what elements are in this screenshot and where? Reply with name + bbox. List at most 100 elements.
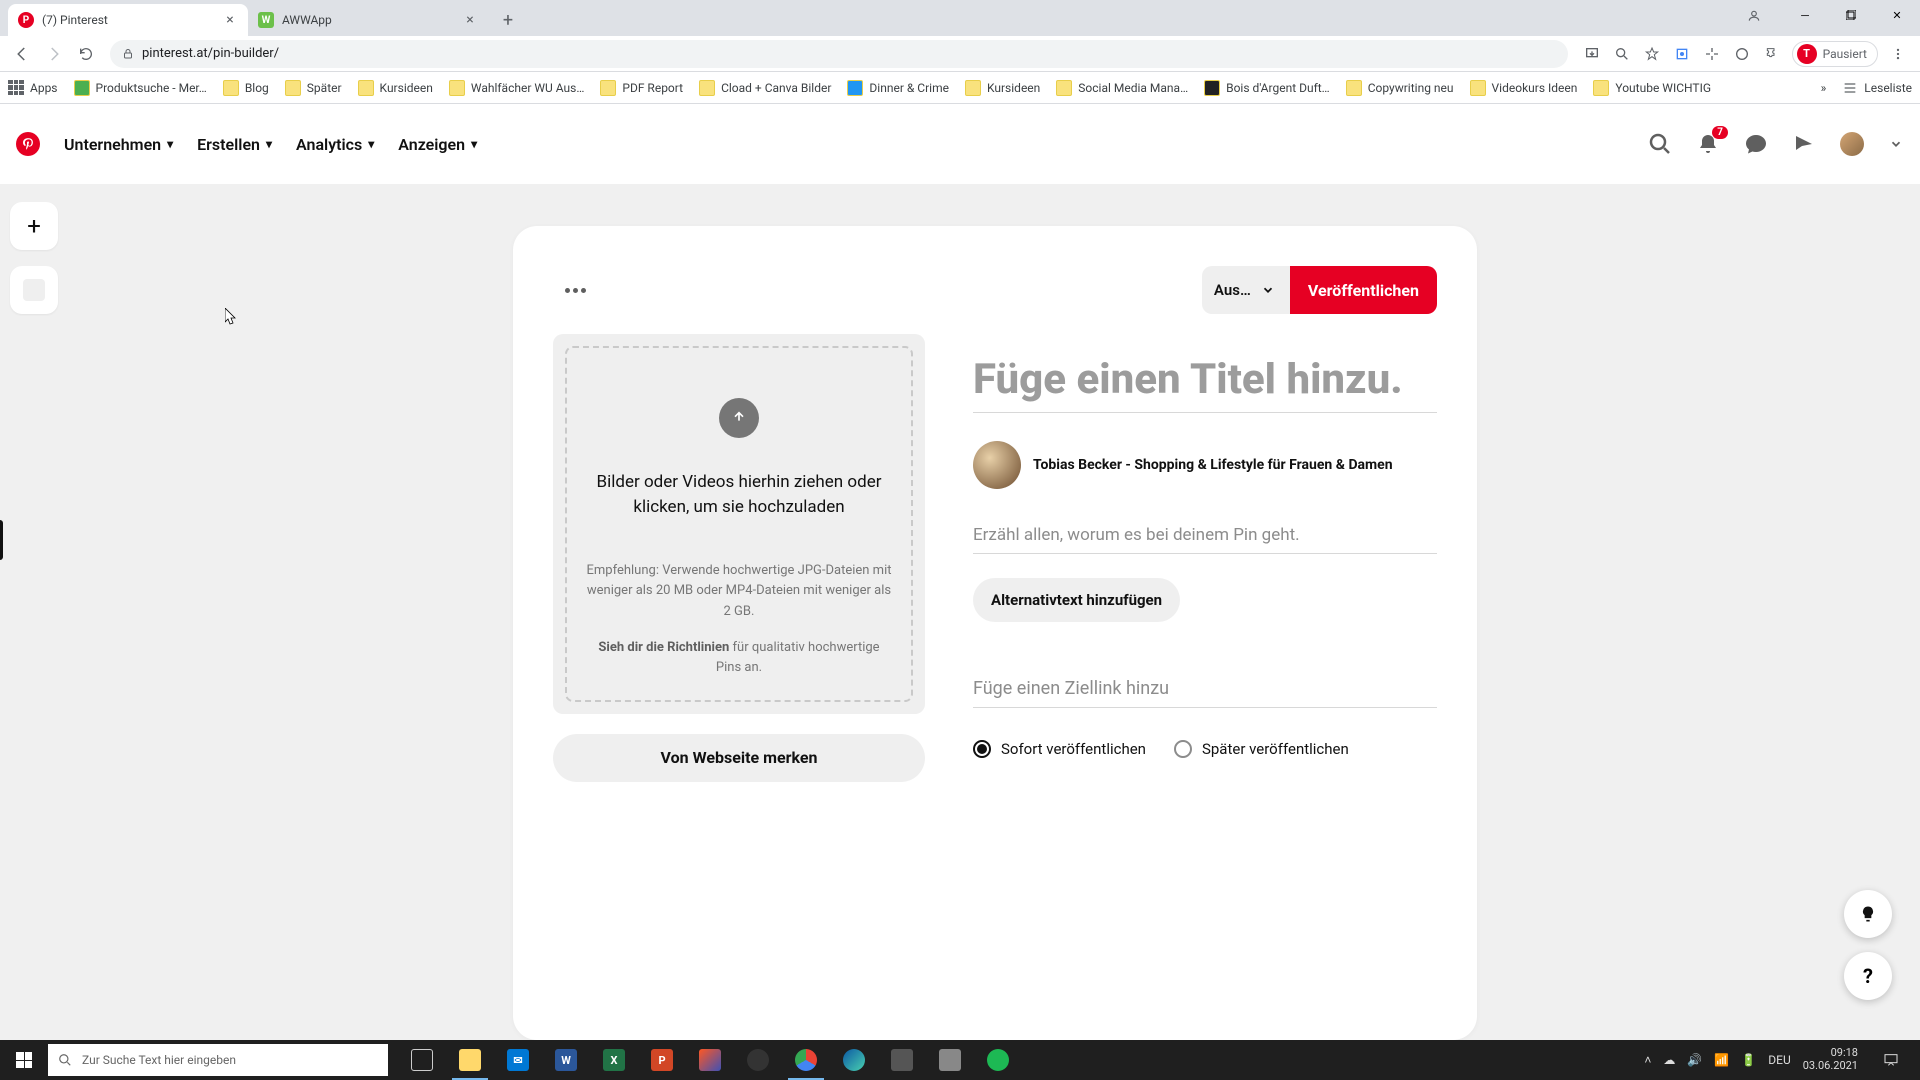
powerpoint-app-button[interactable]: P xyxy=(638,1040,686,1080)
bookmark-item[interactable]: Cload + Canva Bilder xyxy=(699,80,831,96)
bookmarks-bar: Apps Produktsuche - Mer… Blog Später Kur… xyxy=(0,72,1920,104)
tab-title: AWWApp xyxy=(282,13,454,27)
account-menu-chevron[interactable] xyxy=(1888,132,1904,156)
nav-ads[interactable]: Anzeigen▾ xyxy=(398,135,477,154)
start-button[interactable] xyxy=(0,1040,48,1080)
app-button[interactable] xyxy=(686,1040,734,1080)
apps-button[interactable]: Apps xyxy=(8,80,58,96)
pin-draft-thumbnail[interactable] xyxy=(10,266,58,314)
bookmark-favicon xyxy=(1204,80,1220,96)
account-icon[interactable] xyxy=(1738,0,1770,32)
add-alt-text-button[interactable]: Alternativtext hinzufügen xyxy=(973,578,1180,622)
taskbar-clock[interactable]: 09:18 03.06.2021 xyxy=(1803,1047,1858,1072)
apps-label: Apps xyxy=(30,81,58,95)
bookmark-item[interactable]: Später xyxy=(285,80,342,96)
upload-dropzone[interactable]: Bilder oder Videos hierhin ziehen oder k… xyxy=(565,346,913,702)
bookmark-favicon xyxy=(699,80,715,96)
bookmark-item[interactable]: Kursideen xyxy=(965,80,1040,96)
bookmark-item[interactable]: Copywriting neu xyxy=(1346,80,1454,96)
notifications-icon[interactable]: 7 xyxy=(1696,132,1720,156)
new-tab-button[interactable]: + xyxy=(494,6,522,34)
back-button[interactable] xyxy=(8,40,36,68)
save-from-web-button[interactable]: Von Webseite merken xyxy=(553,734,925,782)
star-icon[interactable] xyxy=(1638,40,1666,68)
author-avatar[interactable] xyxy=(973,441,1021,489)
install-icon[interactable] xyxy=(1578,40,1606,68)
pin-link-input[interactable] xyxy=(973,670,1437,708)
bookmark-favicon xyxy=(847,80,863,96)
excel-app-button[interactable]: X xyxy=(590,1040,638,1080)
reload-button[interactable] xyxy=(72,40,100,68)
volume-icon[interactable]: 🔊 xyxy=(1687,1053,1702,1067)
word-app-button[interactable]: W xyxy=(542,1040,590,1080)
edge-app-button[interactable] xyxy=(830,1040,878,1080)
user-avatar[interactable] xyxy=(1840,132,1864,156)
bookmark-item[interactable]: Blog xyxy=(223,80,269,96)
bookmark-item[interactable]: Wahlfächer WU Aus… xyxy=(449,80,585,96)
address-bar[interactable]: pinterest.at/pin-builder/ xyxy=(110,40,1568,68)
spotify-app-button[interactable] xyxy=(974,1040,1022,1080)
minimize-button[interactable]: ─ xyxy=(1782,0,1828,30)
maximize-button[interactable] xyxy=(1828,0,1874,30)
publish-later-option[interactable]: Später veröffentlichen xyxy=(1174,740,1349,758)
onedrive-icon[interactable]: ☁ xyxy=(1663,1053,1675,1067)
search-icon[interactable] xyxy=(1648,132,1672,156)
extension-icon-3[interactable] xyxy=(1728,40,1756,68)
reading-list-button[interactable]: Leseliste xyxy=(1842,80,1912,96)
chevron-down-icon: ▾ xyxy=(167,137,173,151)
bookmark-item[interactable]: PDF Report xyxy=(600,80,683,96)
app-button[interactable] xyxy=(878,1040,926,1080)
file-explorer-button[interactable] xyxy=(446,1040,494,1080)
tray-chevron-icon[interactable]: ˄ xyxy=(1644,1053,1651,1067)
pin-title-input[interactable] xyxy=(973,352,1437,413)
bookmark-item[interactable]: Produktsuche - Mer… xyxy=(74,80,207,96)
bookmark-favicon xyxy=(74,80,90,96)
app-button[interactable] xyxy=(926,1040,974,1080)
bookmark-item[interactable]: Videokurs Ideen xyxy=(1470,80,1578,96)
obs-app-button[interactable] xyxy=(734,1040,782,1080)
zoom-icon[interactable] xyxy=(1608,40,1636,68)
extension-icon-2[interactable] xyxy=(1698,40,1726,68)
bookmark-item[interactable]: Dinner & Crime xyxy=(847,80,949,96)
clock-date: 03.06.2021 xyxy=(1803,1060,1858,1073)
bookmark-item[interactable]: Youtube WICHTIG xyxy=(1593,80,1711,96)
browser-tab-awwapp[interactable]: W AWWApp × xyxy=(248,4,488,36)
taskbar-search[interactable]: Zur Suche Text hier eingeben xyxy=(48,1044,388,1076)
updates-icon[interactable] xyxy=(1792,132,1816,156)
nav-business[interactable]: Unternehmen▾ xyxy=(64,135,173,154)
messages-icon[interactable] xyxy=(1744,132,1768,156)
wifi-icon[interactable]: 📶 xyxy=(1714,1053,1729,1067)
close-icon[interactable]: × xyxy=(222,12,238,28)
extensions-puzzle-icon[interactable] xyxy=(1758,40,1786,68)
help-button[interactable]: ? xyxy=(1844,952,1892,1000)
publish-button[interactable]: Veröffentlichen xyxy=(1290,266,1437,314)
active-indicator xyxy=(0,520,3,560)
battery-icon[interactable]: 🔋 xyxy=(1741,1053,1756,1067)
bookmark-item[interactable]: Social Media Mana… xyxy=(1056,80,1188,96)
bookmark-overflow[interactable]: » xyxy=(1821,81,1827,95)
forward-button[interactable] xyxy=(40,40,68,68)
mail-app-button[interactable]: ✉ xyxy=(494,1040,542,1080)
more-options-button[interactable] xyxy=(565,288,586,293)
pin-description-input[interactable] xyxy=(973,517,1437,554)
tips-button[interactable] xyxy=(1844,890,1892,938)
action-center-button[interactable] xyxy=(1870,1040,1912,1080)
extension-icon-1[interactable] xyxy=(1668,40,1696,68)
chevron-down-icon: ▾ xyxy=(368,137,374,151)
menu-icon[interactable] xyxy=(1884,40,1912,68)
close-icon[interactable]: × xyxy=(462,12,478,28)
nav-analytics[interactable]: Analytics▾ xyxy=(296,135,374,154)
publish-now-option[interactable]: Sofort veröffentlichen xyxy=(973,740,1146,758)
bookmark-item[interactable]: Kursideen xyxy=(358,80,433,96)
add-pin-button[interactable]: + xyxy=(10,202,58,250)
board-selector[interactable]: Aus… xyxy=(1202,266,1290,314)
task-view-button[interactable] xyxy=(398,1040,446,1080)
pinterest-logo[interactable] xyxy=(16,132,40,156)
browser-tab-pinterest[interactable]: P (7) Pinterest × xyxy=(8,4,248,36)
profile-button[interactable]: T Pausiert xyxy=(1792,41,1878,67)
chrome-app-button[interactable] xyxy=(782,1040,830,1080)
language-indicator[interactable]: DEU xyxy=(1768,1053,1790,1067)
close-window-button[interactable]: ✕ xyxy=(1874,0,1920,30)
nav-create[interactable]: Erstellen▾ xyxy=(197,135,272,154)
bookmark-item[interactable]: Bois d'Argent Duft… xyxy=(1204,80,1330,96)
